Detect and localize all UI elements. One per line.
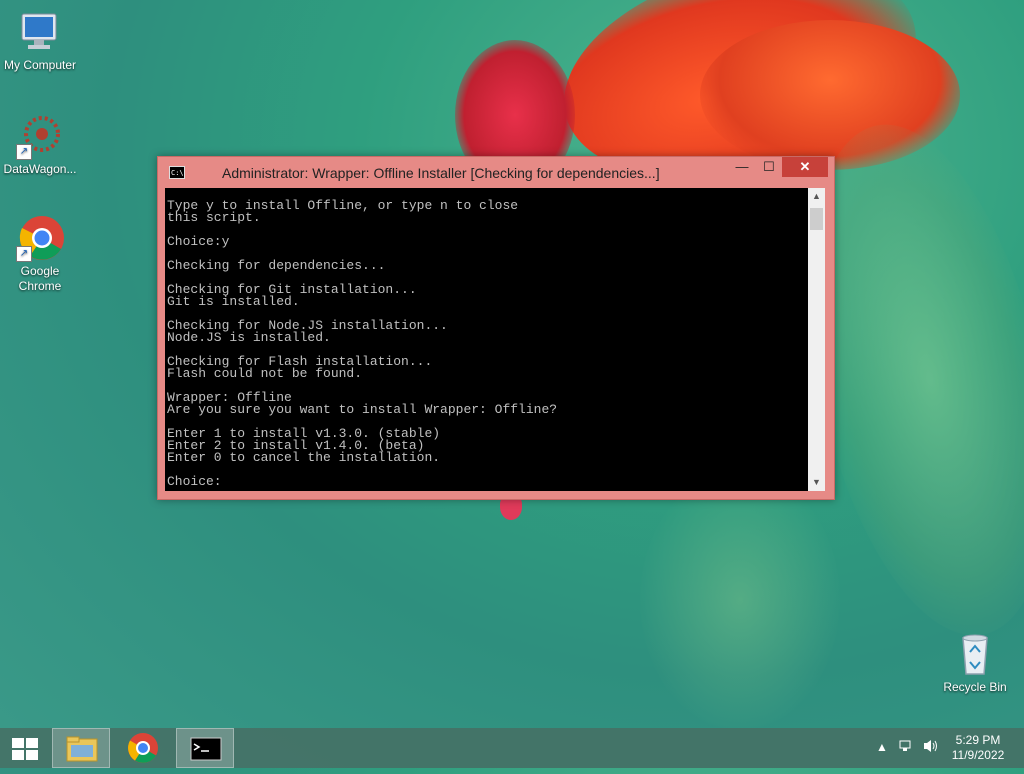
scroll-up-arrow-icon[interactable]: ▲: [808, 188, 825, 205]
network-icon[interactable]: [898, 738, 914, 757]
window-title: Administrator: Wrapper: Offline Installe…: [222, 165, 660, 181]
clock-date: 11/9/2022: [951, 748, 1005, 762]
desktop-icon-label: My Computer: [3, 58, 77, 72]
vertical-scrollbar[interactable]: ▲ ▼: [808, 188, 825, 491]
taskbar-file-explorer[interactable]: [52, 728, 110, 768]
console-window[interactable]: C:\ Administrator: Wrapper: Offline Inst…: [157, 156, 835, 500]
show-hidden-icons-icon[interactable]: ▲: [876, 740, 888, 754]
command-prompt-icon: [190, 737, 222, 761]
start-button[interactable]: [0, 728, 48, 768]
minimize-button[interactable]: —: [728, 157, 756, 177]
scroll-thumb[interactable]: [810, 208, 823, 230]
desktop-icon-label: Recycle Bin: [943, 680, 1007, 694]
command-prompt-icon: C:\: [169, 166, 185, 179]
window-titlebar[interactable]: C:\ Administrator: Wrapper: Offline Inst…: [158, 157, 834, 189]
datawagon-icon: ↗: [16, 112, 64, 160]
console-output[interactable]: Type y to install Offline, or type n to …: [165, 188, 808, 491]
scroll-down-arrow-icon[interactable]: ▼: [808, 474, 825, 491]
wallpaper-leaf: [640, 470, 840, 730]
console-text: Type y to install Offline, or type n to …: [167, 198, 558, 489]
maximize-button[interactable]: ☐: [755, 157, 783, 177]
desktop-icon-datawagon[interactable]: ↗ DataWagon...: [0, 112, 80, 177]
desktop-icon-label: DataWagon...: [3, 162, 77, 176]
desktop-icon-google-chrome[interactable]: ↗ Google Chrome: [0, 214, 80, 294]
shortcut-arrow-icon: ↗: [16, 246, 32, 262]
chrome-icon: [128, 733, 158, 763]
taskbar: ▲ 5:29 PM 11/9/2022: [0, 728, 1024, 768]
volume-icon[interactable]: [922, 738, 940, 757]
file-explorer-icon: [66, 736, 98, 762]
close-button[interactable]: ✕: [782, 157, 828, 177]
chrome-icon: ↗: [16, 214, 64, 262]
clock-time: 5:29 PM: [955, 733, 1001, 747]
taskbar-chrome[interactable]: [114, 728, 172, 768]
recycle-bin-icon: [951, 630, 999, 678]
windows-logo-icon: [12, 738, 38, 760]
shortcut-arrow-icon: ↗: [16, 144, 32, 160]
computer-icon: [16, 8, 64, 56]
taskbar-command-prompt[interactable]: [176, 728, 234, 768]
desktop-icon-label: Google Chrome: [18, 264, 62, 293]
system-clock[interactable]: 5:29 PM 11/9/2022: [946, 733, 1010, 763]
desktop-icon-my-computer[interactable]: My Computer: [0, 8, 80, 73]
desktop-icon-recycle-bin[interactable]: Recycle Bin: [935, 630, 1015, 695]
